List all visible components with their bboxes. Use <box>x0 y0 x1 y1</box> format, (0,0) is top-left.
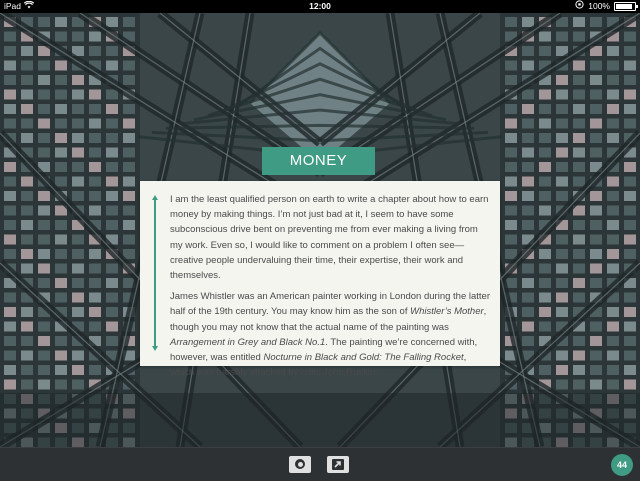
camera-button[interactable] <box>289 456 311 473</box>
chapter-text-card[interactable]: I am the least qualified person on earth… <box>140 181 500 378</box>
orientation-lock-icon <box>575 0 584 13</box>
scroll-indicator[interactable] <box>152 195 158 351</box>
share-button[interactable] <box>327 456 349 473</box>
battery-percent: 100% <box>588 1 610 11</box>
share-arrow-icon <box>332 459 344 470</box>
scroll-track <box>154 199 156 347</box>
battery-icon <box>614 2 638 11</box>
chapter-paragraph: I am the least qualified person on earth… <box>170 192 492 283</box>
status-bar: iPad 12:00 100% <box>0 0 640 13</box>
chapter-paragraph: James Whistler was an American painter w… <box>170 289 492 380</box>
page-number-badge[interactable]: 44 <box>611 454 633 476</box>
italic-title-text: Nocturne in Black and Gold: The Falling … <box>263 352 464 364</box>
status-time: 12:00 <box>309 1 331 11</box>
paragraph-text: I am the least qualified person on earth… <box>170 194 489 282</box>
bottom-toolbar: 44 <box>0 447 640 481</box>
chapter-body: I am the least qualified person on earth… <box>170 192 492 386</box>
status-right: 100% <box>575 0 638 13</box>
italic-title-text: Whistler’s Mother <box>410 306 484 318</box>
italic-title-text: Arrangement in Grey and Black No.1 <box>170 336 326 348</box>
battery-fill <box>616 4 632 9</box>
chapter-title: MONEY <box>262 147 375 175</box>
camera-icon <box>295 459 305 469</box>
scroll-down-arrow-icon[interactable] <box>152 346 158 351</box>
